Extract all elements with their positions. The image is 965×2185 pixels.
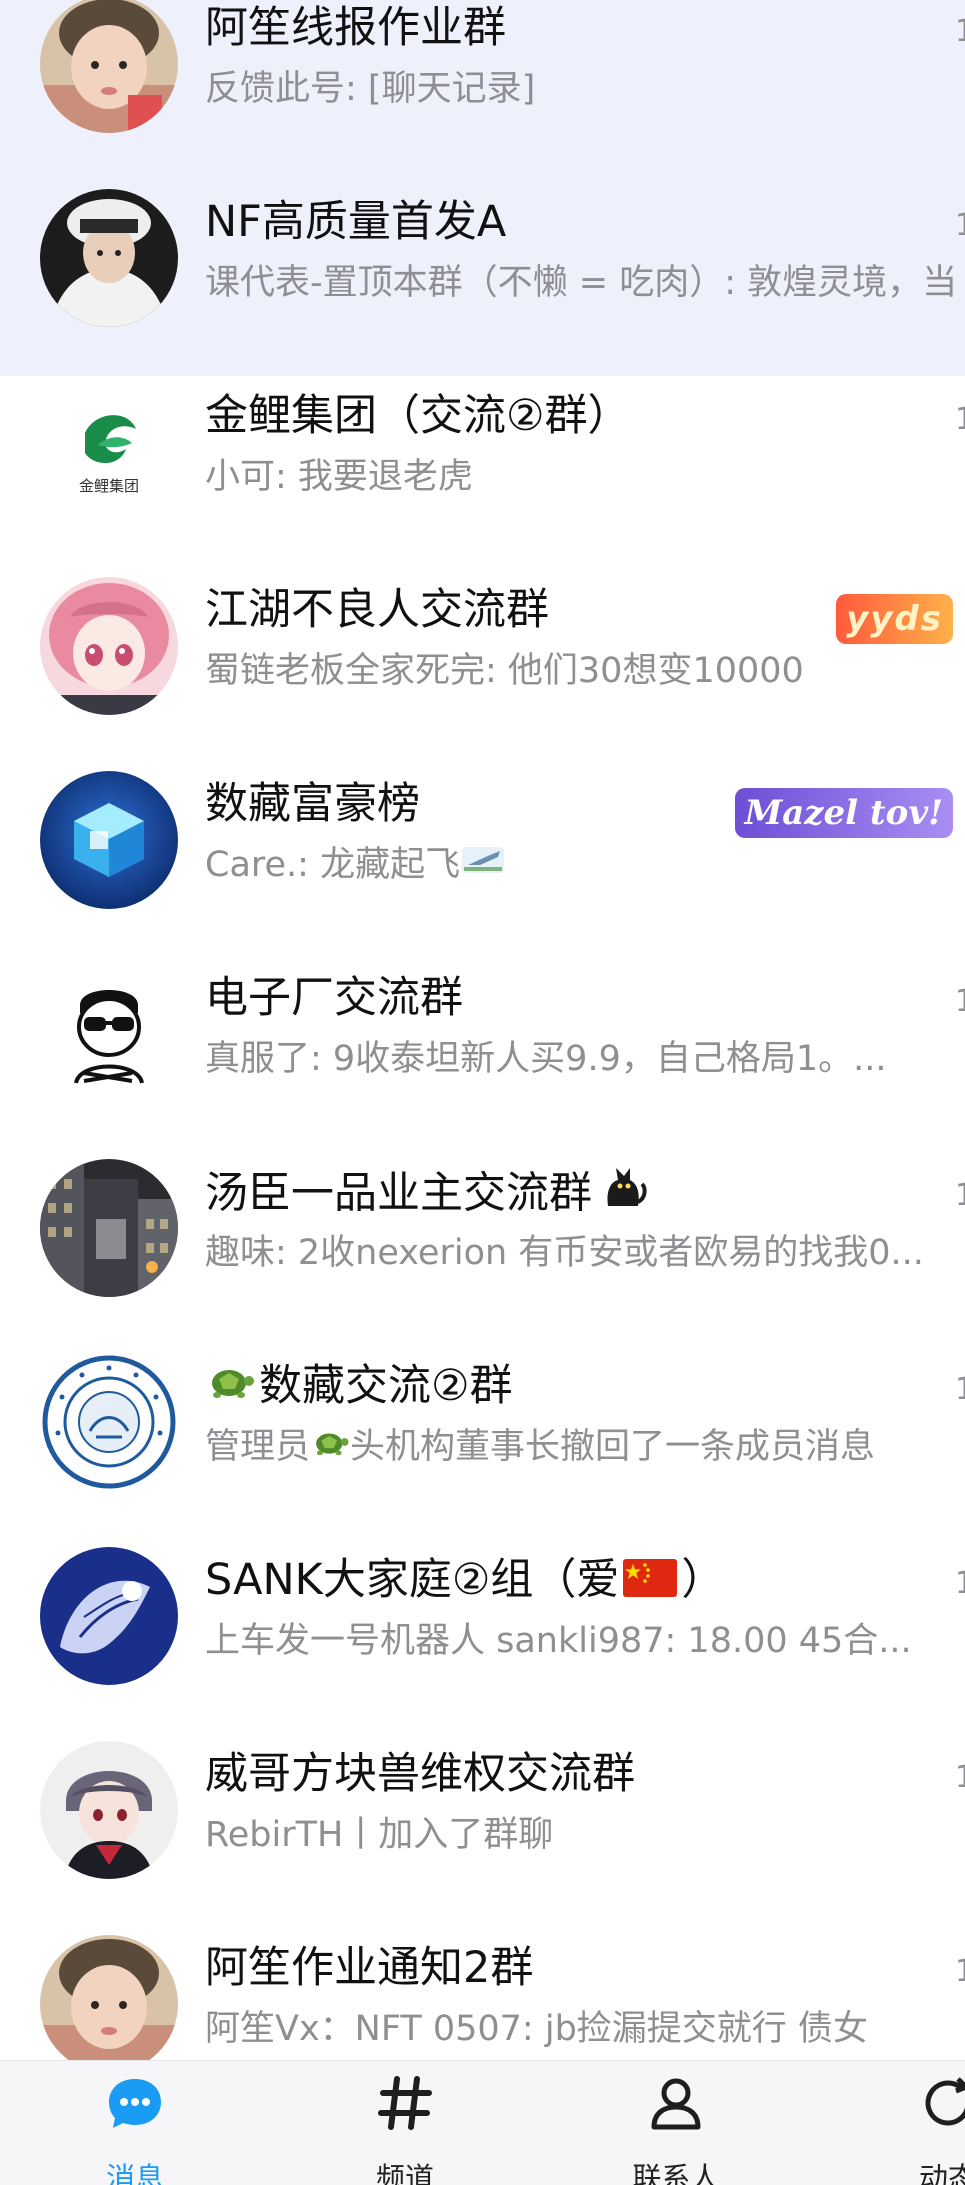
blue-cube-avatar — [40, 771, 178, 909]
conversation-last-message: 上车发一号机器人 sankli987: 18.00 45合... — [205, 1621, 912, 1661]
conversation-item[interactable]: 阿笙作业通知2群 阿笙Vx：NFT 0507: jb捡漏提交就行 债女 1 — [0, 1910, 965, 2060]
refresh-star-icon — [918, 2073, 965, 2137]
chat-bubble-icon — [105, 2073, 165, 2137]
anime-girl-avatar — [40, 577, 178, 715]
conversation-title: 金鲤集团（交流②群） — [205, 391, 631, 441]
tab-channels[interactable]: 频道 — [325, 2069, 485, 2185]
conversation-time: 1 — [955, 1372, 965, 1407]
airplane-icon — [460, 839, 506, 893]
conversation-last-message: 课代表-置顶本群（不懒 = 吃肉）: 敦煌灵境，当 — [205, 263, 958, 303]
conversation-last-message: RebirTH丨加入了群聊 — [205, 1815, 554, 1855]
boy-white-hoodie-avatar — [40, 189, 178, 327]
tab-label: 频道 — [375, 2161, 434, 2185]
turtle-icon — [310, 1421, 350, 1475]
conversation-last-message: 阿笙Vx：NFT 0507: jb捡漏提交就行 债女 — [205, 2009, 868, 2049]
conversation-item[interactable]: 数藏富豪榜 Care.: 龙藏起飞 Mazel tov! — [0, 746, 965, 940]
boy-photo-avatar — [40, 0, 178, 133]
tab-label: 消息 — [105, 2161, 164, 2185]
conversation-last-message: 趣味: 2收nexerion 有币安或者欧易的找我0... — [205, 1233, 924, 1273]
hash-icon — [375, 2073, 435, 2137]
turtle-icon — [205, 1359, 255, 1419]
person-icon — [646, 2073, 706, 2137]
conversation-list: 阿笙线报作业群 反馈此号: [聊天记录] 1 NF高质量首发A 课代表-置顶本群… — [0, 0, 965, 2060]
conversation-item[interactable]: NF高质量首发A 课代表-置顶本群（不懒 = 吃肉）: 敦煌灵境，当 1 — [0, 164, 965, 358]
sunglasses-cartoon-avatar — [40, 965, 178, 1103]
conversation-last-message: 小可: 我要退老虎 — [205, 457, 473, 497]
conversation-last-message: 真服了: 9收泰坦新人买9.9，自己格局1。... — [205, 1039, 887, 1079]
conversation-title: 汤臣一品业主交流群 — [205, 1162, 650, 1230]
tab-moments[interactable]: 动态 — [868, 2069, 965, 2185]
china-flag-icon — [623, 1553, 678, 1613]
black-cat-icon — [598, 1162, 650, 1230]
conversation-time: 1 — [955, 1760, 965, 1795]
conversation-title: NF高质量首发A — [205, 197, 507, 247]
conversation-time: 1 — [955, 402, 965, 437]
conversation-time: 1 — [955, 1954, 965, 1989]
conversation-title: 阿笙线报作业群 — [205, 3, 506, 53]
golden-carp-logo-avatar: 金鲤集团 — [40, 383, 178, 521]
conversation-title: 阿笙作业通知2群 — [205, 1943, 534, 1993]
conversation-last-message: Care.: 龙藏起飞 — [205, 838, 925, 893]
conversation-item[interactable]: 电子厂交流群 真服了: 9收泰坦新人买9.9，自己格局1。... 1 — [0, 940, 965, 1134]
conversation-item[interactable]: 汤臣一品业主交流群 趣味: 2收nexerion 有币安或者欧易的找我0... … — [0, 1134, 965, 1328]
conversation-title: 数藏交流②群 — [205, 1356, 513, 1419]
conversation-item[interactable]: 数藏交流②群 管理员 头机构董事长撤回了一条成员消息 1 — [0, 1328, 965, 1522]
university-seal-avatar — [40, 1353, 178, 1491]
blue-sketch-avatar — [40, 1547, 178, 1685]
conversation-title: SANK大家庭②组（爱） — [205, 1550, 724, 1613]
tab-label: 联系人 — [632, 2161, 720, 2185]
conversation-time: 1 — [955, 1566, 965, 1601]
yyds-sticker-badge: yyds — [836, 594, 953, 644]
conversation-last-message: 管理员 头机构董事长撤回了一条成员消息 — [205, 1420, 925, 1475]
conversation-time: 1 — [955, 208, 965, 243]
conversation-title: 江湖不良人交流群 — [205, 585, 549, 635]
conversation-title: 电子厂交流群 — [205, 973, 463, 1023]
conversation-item[interactable]: 威哥方块兽维权交流群 RebirTH丨加入了群聊 1 — [0, 1716, 965, 1910]
conversation-time: 1 — [955, 984, 965, 1019]
conversation-item[interactable]: 阿笙线报作业群 反馈此号: [聊天记录] 1 — [0, 0, 965, 164]
conversation-item[interactable]: 金鲤集团 金鲤集团（交流②群） 小可: 我要退老虎 1 — [0, 358, 965, 552]
tab-messages[interactable]: 消息 — [55, 2069, 215, 2185]
anime-boy-avatar — [40, 1741, 178, 1879]
conversation-title: 数藏富豪榜 — [205, 779, 420, 829]
tab-contacts[interactable]: 联系人 — [596, 2069, 756, 2185]
mazel-tov-sticker-badge: Mazel tov! — [734, 788, 953, 838]
svg-text:金鲤集团: 金鲤集团 — [79, 477, 139, 495]
conversation-last-message: 反馈此号: [聊天记录] — [205, 69, 536, 109]
conversation-time: 1 — [955, 1178, 965, 1213]
conversation-last-message: 蜀链老板全家死完: 他们30想变10000 — [205, 651, 804, 691]
conversation-item[interactable]: 江湖不良人交流群 蜀链老板全家死完: 他们30想变10000 yyds — [0, 552, 965, 746]
conversation-title: 威哥方块兽维权交流群 — [205, 1749, 635, 1799]
tab-label: 动态 — [918, 2161, 965, 2185]
city-building-avatar — [40, 1159, 178, 1297]
conversation-time: 1 — [955, 14, 965, 49]
bottom-tab-bar: 消息 频道 联系人 动态 — [0, 2060, 965, 2185]
boy-photo-avatar — [40, 1935, 178, 2060]
conversation-item[interactable]: SANK大家庭②组（爱） 上车发一号机器人 sankli987: 18.00 4… — [0, 1522, 965, 1716]
